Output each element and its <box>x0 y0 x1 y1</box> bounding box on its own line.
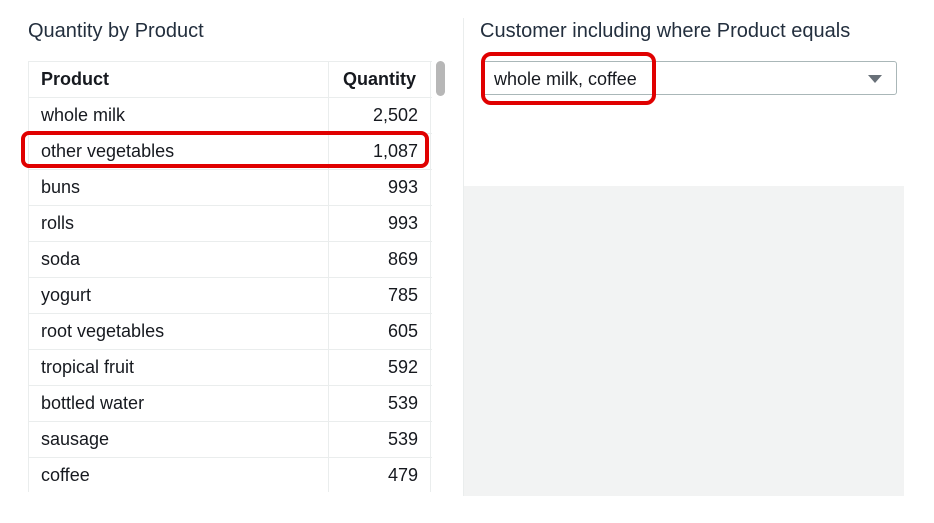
cell-product[interactable]: other vegetables <box>29 134 329 169</box>
cell-quantity[interactable]: 2,502 <box>329 98 431 133</box>
table-row[interactable]: buns 993 <box>29 170 432 206</box>
caret-down-icon[interactable] <box>868 75 882 83</box>
cell-product[interactable]: bottled water <box>29 386 329 421</box>
quantity-by-product-visual: Quantity by Product Product Quantity who… <box>0 0 462 523</box>
cell-product[interactable]: sausage <box>29 422 329 457</box>
quantity-table: Product Quantity whole milk 2,502 other ve… <box>28 61 432 492</box>
table-row[interactable]: bottled water 539 <box>29 386 432 422</box>
table-scrollbar-thumb[interactable] <box>436 61 445 96</box>
cell-quantity[interactable]: 605 <box>329 314 431 349</box>
page: Quantity by Product Product Quantity who… <box>0 0 934 523</box>
table-body: whole milk 2,502 other vegetables 1,087 buns… <box>29 98 432 492</box>
product-filter-dropdown[interactable]: whole milk, coffee <box>481 61 897 95</box>
cell-quantity[interactable]: 785 <box>329 278 431 313</box>
table-row[interactable]: other vegetables 1,087 <box>29 134 432 170</box>
table-row[interactable]: root vegetables 605 <box>29 314 432 350</box>
table-row[interactable]: soda 869 <box>29 242 432 278</box>
cell-product[interactable]: coffee <box>29 458 329 492</box>
visual-title: Quantity by Product <box>28 20 204 42</box>
column-header-quantity[interactable]: Quantity <box>329 62 431 97</box>
dropdown-selected-value: whole milk, coffee <box>494 69 637 89</box>
cell-product[interactable]: whole milk <box>29 98 329 133</box>
cell-quantity[interactable]: 539 <box>329 386 431 421</box>
cell-quantity[interactable]: 993 <box>329 170 431 205</box>
table-row[interactable]: yogurt 785 <box>29 278 432 314</box>
cell-product[interactable]: buns <box>29 170 329 205</box>
cell-product[interactable]: root vegetables <box>29 314 329 349</box>
cell-quantity[interactable]: 1,087 <box>329 134 431 169</box>
cell-quantity[interactable]: 869 <box>329 242 431 277</box>
cell-product[interactable]: soda <box>29 242 329 277</box>
cell-quantity[interactable]: 993 <box>329 206 431 241</box>
filter-title: Customer including where Product equals <box>480 20 851 42</box>
table-row[interactable]: rolls 993 <box>29 206 432 242</box>
table-row[interactable]: sausage 539 <box>29 422 432 458</box>
table-row[interactable]: tropical fruit 592 <box>29 350 432 386</box>
cell-quantity[interactable]: 592 <box>329 350 431 385</box>
column-header-product[interactable]: Product <box>29 62 329 97</box>
cell-quantity[interactable]: 539 <box>329 422 431 457</box>
table-row[interactable]: coffee 479 <box>29 458 432 492</box>
cell-product[interactable]: tropical fruit <box>29 350 329 385</box>
empty-visual-area <box>464 186 904 496</box>
cell-quantity[interactable]: 479 <box>329 458 431 492</box>
cell-product[interactable]: yogurt <box>29 278 329 313</box>
table-header-row: Product Quantity <box>29 62 432 98</box>
cell-product[interactable]: rolls <box>29 206 329 241</box>
table-row[interactable]: whole milk 2,502 <box>29 98 432 134</box>
